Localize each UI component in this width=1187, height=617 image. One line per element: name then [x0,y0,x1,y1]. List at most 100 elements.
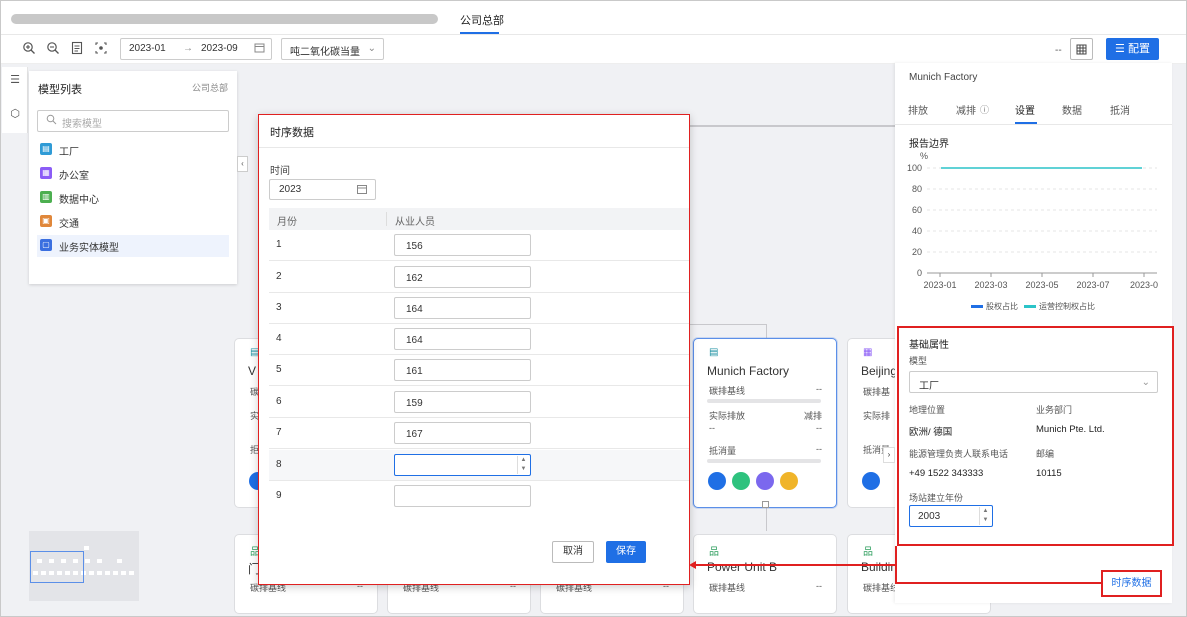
node-baseline-value: -- [816,581,822,591]
status-dot[interactable] [708,472,726,490]
staff-input[interactable]: 156 [394,234,531,256]
transport-icon: ▣ [40,215,52,227]
column-divider [386,212,387,226]
minimap[interactable] [29,531,139,601]
table-row: 8 ▲ ▼ [269,450,689,481]
list-icon[interactable]: ☰ [8,73,22,87]
model-search-input[interactable]: 搜索模型 [37,110,229,132]
year-picker[interactable]: 2023 [269,179,376,200]
config-button[interactable]: ☰ 配置 [1106,38,1159,60]
number-stepper[interactable]: ▲ ▼ [517,456,529,474]
expand-node-handle[interactable] [762,501,769,508]
postcode-value: 10115 [1036,468,1062,479]
table-row: 7 167 [269,418,689,449]
node-baseline-bar [707,399,821,403]
staff-input[interactable]: 164 [394,328,531,350]
node-baseline-label: 碳排基线 [709,386,746,396]
zoom-in-icon[interactable] [22,41,36,55]
model-item-factory[interactable]: ▤ 工厂 [37,139,229,161]
calendar-icon [357,184,367,196]
model-list-title: 模型列表 [38,84,82,96]
date-start: 2023-01 [129,43,166,54]
number-stepper[interactable]: ▲ ▼ [979,507,991,525]
staff-input[interactable]: 164 [394,297,531,319]
model-list-scope: 公司总部 [191,83,228,93]
chevron-down-icon: ⌄ [1141,377,1150,388]
active-tab-indicator [1015,122,1037,124]
staff-input[interactable]: 159 [394,391,531,413]
model-item-transport[interactable]: ▣ 交通 [37,211,229,233]
scroll-right-chevron-icon[interactable]: › [883,447,895,463]
node-card-munich-factory[interactable]: ▤ Munich Factory 碳排基线 -- 实际排放 减排 -- -- 抵… [693,338,837,508]
tab-offset[interactable]: 抵消 [1110,102,1130,117]
node-card-power-unit-b[interactable]: 品 Power Unit B 碳排基线 -- [693,534,837,614]
document-icon[interactable] [70,41,84,55]
staff-value: 159 [406,398,423,409]
staff-value: 167 [406,429,423,440]
fit-view-icon[interactable] [94,41,108,55]
top-bar: 公司总部 [1,1,1186,35]
timeseries-data-button[interactable]: 时序数据 [1101,570,1162,597]
status-dot[interactable] [732,472,750,490]
collapse-panel-chevron-icon[interactable]: ‹ [237,156,248,172]
business-entity-icon: ▢ [40,239,52,251]
month-cell: 8 [276,459,282,470]
year-value: 2023 [279,184,302,195]
legend-label: 股权占比 [986,301,1018,311]
toolbar-dashes: -- [1055,45,1062,56]
y-tick-label: 100 [907,163,922,173]
table-row: 2 162 [269,262,689,293]
basic-heading: 基础属性 [909,340,949,351]
tab-company-hq[interactable]: 公司总部 [460,12,504,28]
cube-icon[interactable]: ⬡ [8,107,22,121]
grid-view-button[interactable] [1070,38,1093,60]
unit-select[interactable]: 吨二氧化碳当量 ⌄ [281,38,384,60]
config-label: 配置 [1127,43,1150,55]
date-range-picker[interactable]: 2023-01 → 2023-09 [120,38,272,60]
model-item-label: 数据中心 [59,195,99,206]
model-select-value: 工厂 [919,381,939,392]
node-offset-value: -- [816,444,822,454]
minimap-viewport[interactable] [30,551,84,583]
save-button[interactable]: 保存 [606,541,646,563]
y-tick-label: 0 [917,268,922,278]
model-item-label: 工厂 [59,147,79,158]
office-icon: ▦ [863,347,873,358]
established-year-input[interactable]: 2003 ▲ ▼ [909,505,993,527]
model-select[interactable]: 工厂 ⌄ [909,371,1158,393]
x-tick-label: 2023-01 [923,280,956,290]
staff-input[interactable]: 167 [394,422,531,444]
status-dot[interactable] [756,472,774,490]
model-item-business-entity[interactable]: ▢ 业务实体模型 [37,235,229,257]
tab-settings[interactable]: 设置 [1015,102,1035,117]
tab-emissions[interactable]: 排放 [908,102,928,117]
node-reduction-label: 减排 [803,411,822,421]
basic-properties-section: 基础属性 模型 工厂 ⌄ 地理位置 业务部门 欧洲/ 德国 Munich Pte… [897,326,1174,546]
model-item-office[interactable]: ▦ 办公室 [37,163,229,185]
node-actual-value: -- [709,423,715,433]
model-list-panel: 模型列表 公司总部 搜索模型 ▤ 工厂 ▦ 办公室 ▥ 数据中心 ▣ 交通 ▢ … [29,71,237,284]
model-item-datacenter[interactable]: ▥ 数据中心 [37,187,229,209]
staff-input[interactable]: ▲ ▼ [394,454,531,476]
panel-tabs: 排放 减排 ⓘ 设置 数据 抵消 [895,95,1172,125]
staff-input[interactable] [394,485,531,507]
table-row: 5 161 [269,355,689,386]
x-tick-label: 2023-0 [1130,280,1158,290]
status-dot[interactable] [780,472,798,490]
staff-input[interactable]: 161 [394,359,531,381]
info-icon[interactable]: ⓘ [980,103,989,116]
node-baseline-label: 碳排基线 [863,583,900,593]
tab-reduction[interactable]: 减排 [956,102,976,117]
table-header: 月份 从业人员 [269,208,689,230]
node-actual-label: 实际排放 [709,411,746,421]
chevron-down-icon: ⌄ [367,43,376,54]
cancel-button[interactable]: 取消 [552,541,594,563]
month-cell: 3 [276,302,282,313]
tab-data[interactable]: 数据 [1062,102,1082,117]
year-label: 场站建立年份 [909,493,964,503]
active-tab-indicator [460,32,499,34]
zoom-out-icon[interactable] [46,41,60,55]
breadcrumb-placeholder [11,14,438,24]
legend-label: 运营控制权占比 [1039,301,1095,311]
staff-input[interactable]: 162 [394,266,531,288]
